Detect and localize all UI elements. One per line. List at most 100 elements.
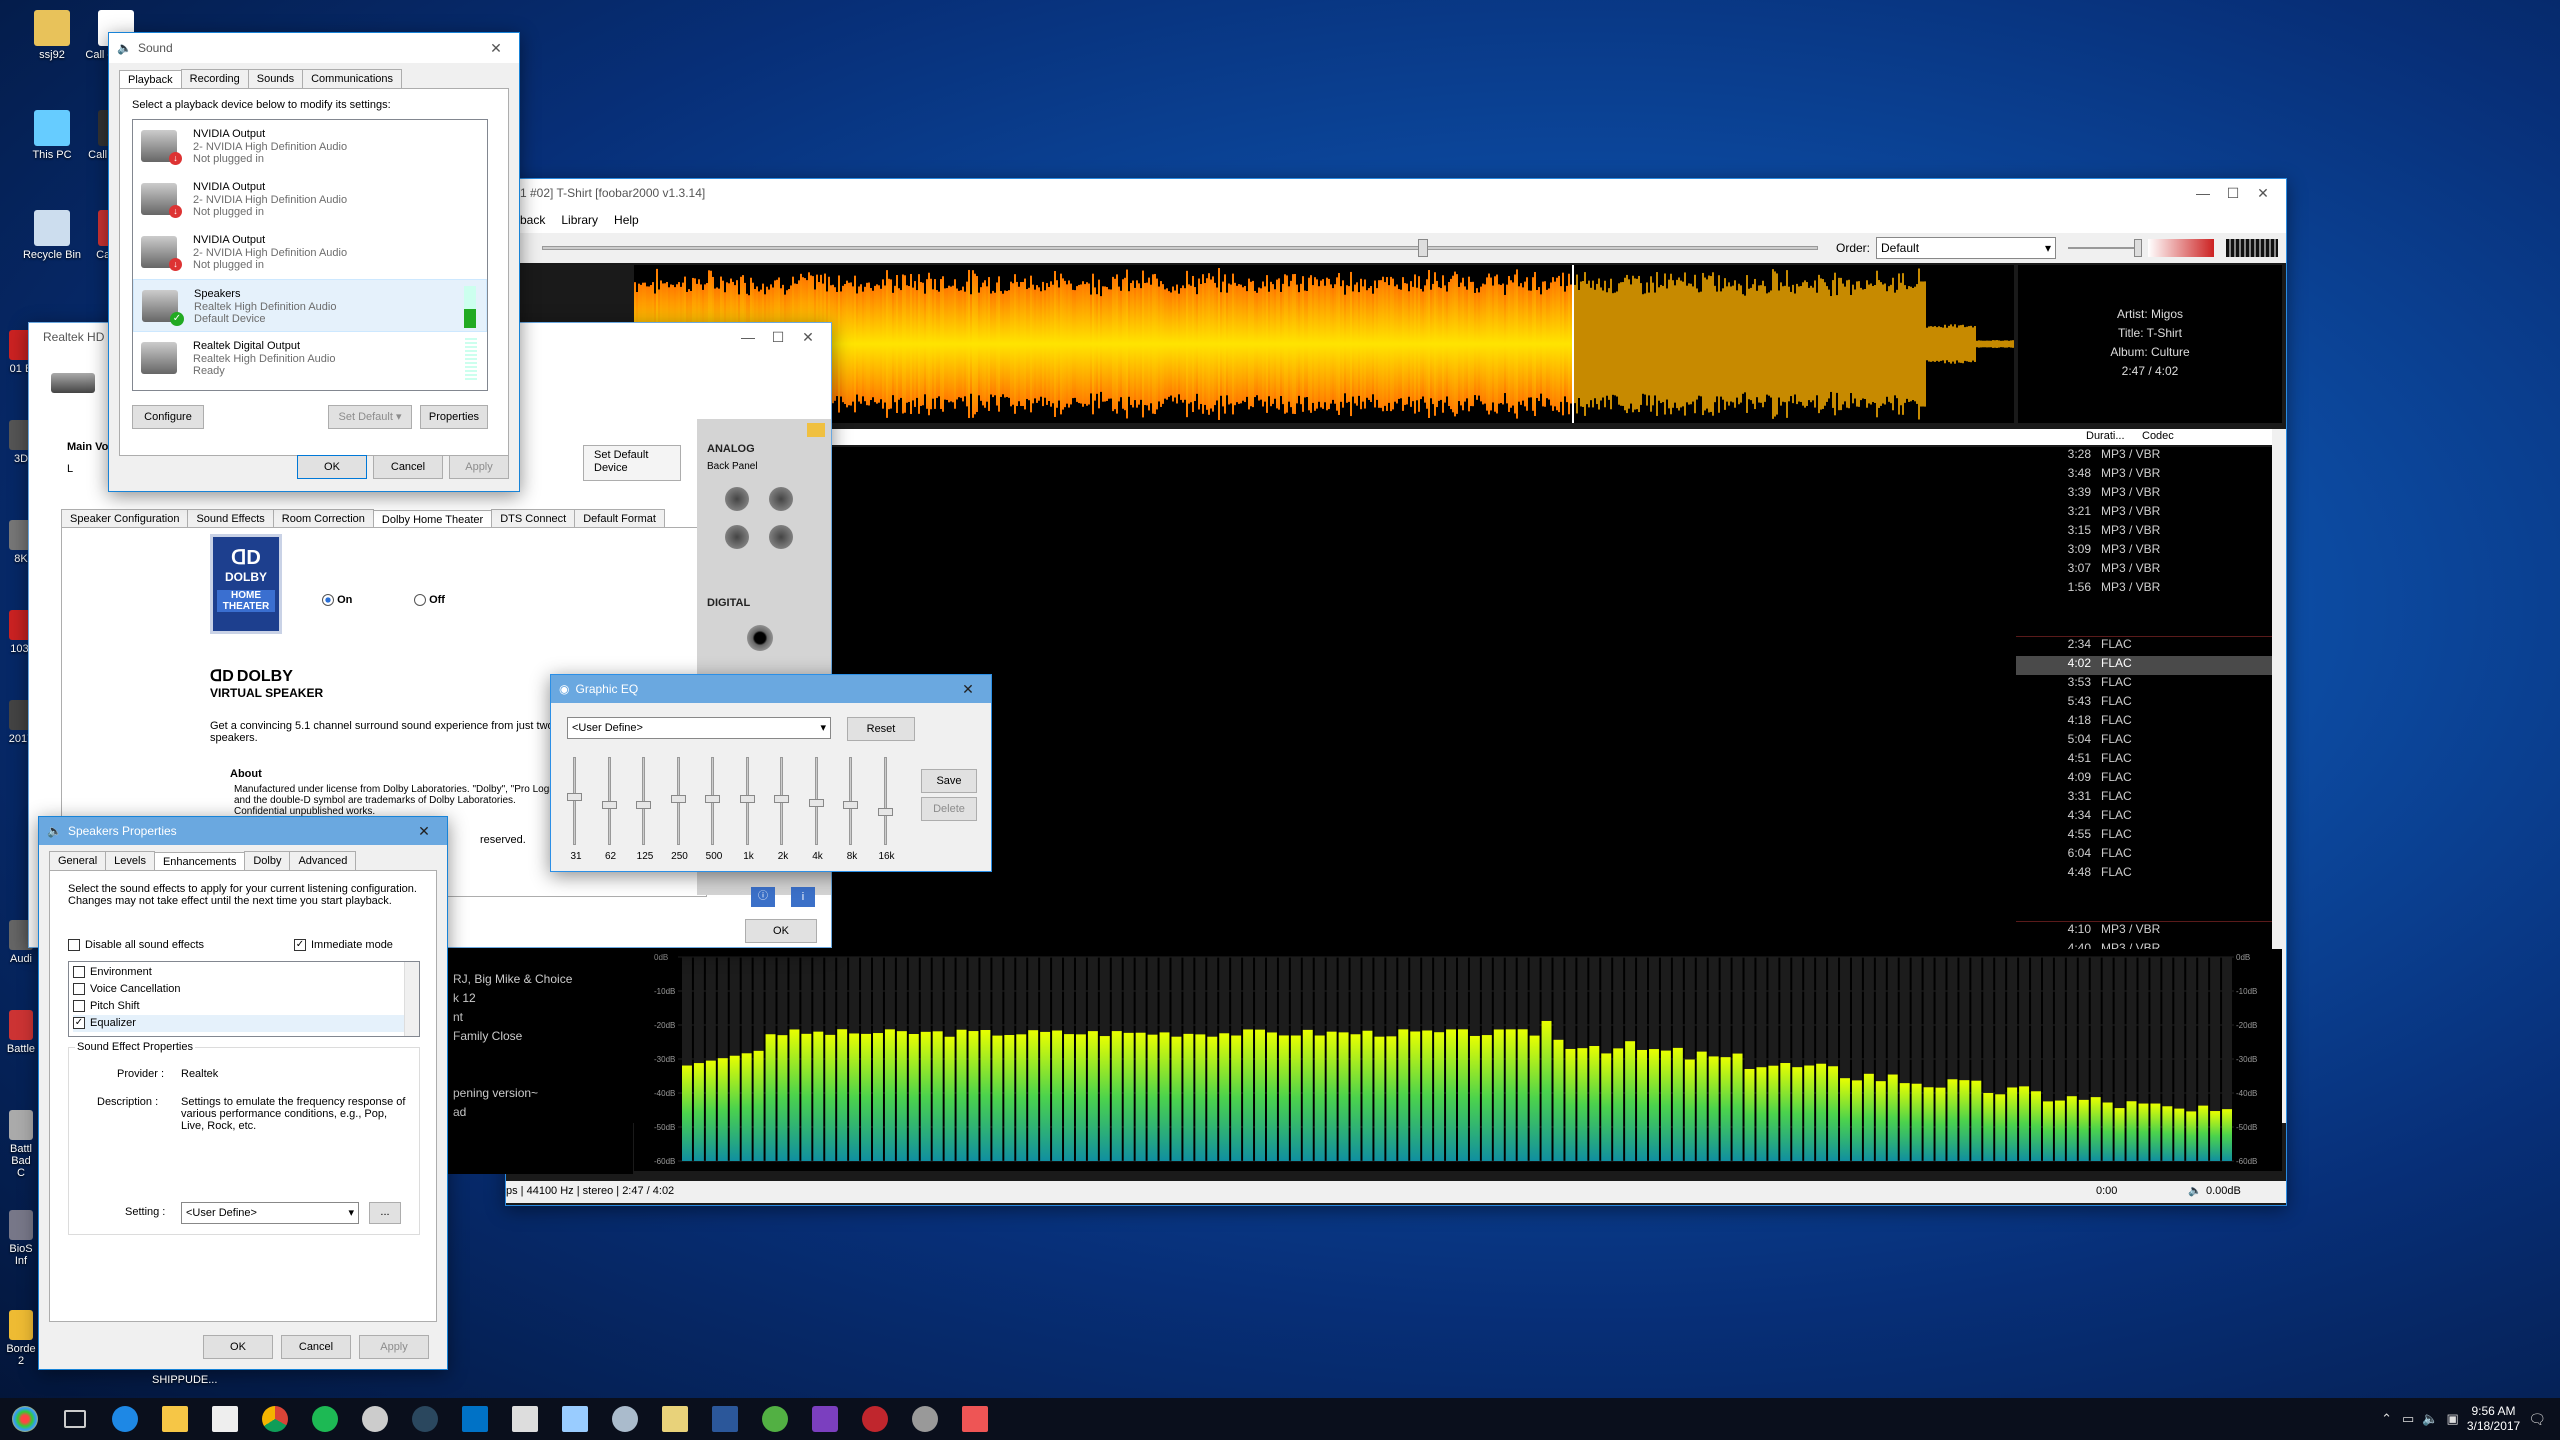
- device-item[interactable]: ↓ NVIDIA Output 2- NVIDIA High Definition …: [133, 173, 487, 226]
- monitor-icon[interactable]: ▣: [2447, 1411, 2459, 1427]
- eq-slider-track[interactable]: [573, 757, 576, 845]
- device-item[interactable]: ↓ NVIDIA Output 2- NVIDIA High Definition …: [133, 226, 487, 279]
- taskbar-app[interactable]: [800, 1398, 850, 1440]
- maximize-icon[interactable]: ☐: [2218, 185, 2248, 202]
- desktop-icon[interactable]: ssj92: [20, 10, 84, 61]
- effect-item[interactable]: ✓ Equalizer: [73, 1015, 415, 1032]
- close-icon[interactable]: ✕: [2248, 185, 2278, 202]
- tab-speaker-configuration[interactable]: Speaker Configuration: [61, 509, 189, 528]
- device-item[interactable]: Realtek Digital Output Realtek High Defin…: [133, 332, 487, 385]
- properties-button[interactable]: Properties: [420, 405, 488, 429]
- playlist-row[interactable]: 4:34 FLAC: [2016, 808, 2272, 827]
- effects-list[interactable]: Environment Voice Cancellation Pitch Shift…: [68, 961, 420, 1037]
- taskbar-outlook[interactable]: [450, 1398, 500, 1440]
- eq-slider-thumb[interactable]: [705, 795, 720, 804]
- device-item[interactable]: ✓ Speakers Realtek High Definition Audio De…: [133, 279, 487, 332]
- taskbar-chrome[interactable]: [250, 1398, 300, 1440]
- playlist-row[interactable]: 4:18 FLAC: [2016, 713, 2272, 732]
- taskbar-steam[interactable]: [400, 1398, 450, 1440]
- folder-icon[interactable]: [807, 423, 825, 437]
- playlist-row[interactable]: 4:10 MP3 / VBR: [2016, 922, 2272, 941]
- eq-preset-select[interactable]: <User Define> ▾: [567, 717, 831, 739]
- close-icon[interactable]: ✕: [481, 40, 511, 57]
- eq-slider-thumb[interactable]: [808, 798, 824, 807]
- taskbar-app[interactable]: [600, 1398, 650, 1440]
- menu-library[interactable]: Library: [561, 213, 598, 227]
- playlist-row[interactable]: 3:28 MP3 / VBR: [2016, 447, 2272, 466]
- eq-save-button[interactable]: Save: [921, 769, 977, 793]
- col-codec[interactable]: Codec: [2142, 430, 2174, 442]
- minimize-icon[interactable]: —: [2188, 185, 2218, 201]
- playlist-row[interactable]: 1:56 MP3 / VBR: [2016, 580, 2272, 599]
- network-icon[interactable]: ▭: [2402, 1411, 2414, 1427]
- help-icon[interactable]: i: [791, 887, 815, 907]
- taskbar-app[interactable]: [550, 1398, 600, 1440]
- taskbar-calculator[interactable]: [500, 1398, 550, 1440]
- playlist-row[interactable]: 4:02 FLAC: [2016, 656, 2272, 675]
- jack-icon[interactable]: [725, 525, 749, 549]
- eq-slider-thumb[interactable]: [636, 801, 651, 810]
- speakers-apply-button[interactable]: Apply: [359, 1335, 429, 1359]
- checkbox-icon[interactable]: [73, 1000, 85, 1013]
- playlist-row[interactable]: 3:09 MP3 / VBR: [2016, 542, 2272, 561]
- tray-chevron-icon[interactable]: ⌃: [2381, 1411, 2392, 1427]
- menu-help[interactable]: Help: [614, 213, 639, 227]
- speakers-cancel-button[interactable]: Cancel: [281, 1335, 351, 1359]
- tab-communications[interactable]: Communications: [302, 69, 403, 88]
- tab-enhancements[interactable]: Enhancements: [153, 852, 246, 871]
- checkbox-icon[interactable]: ✓: [73, 1017, 85, 1030]
- jack-icon[interactable]: [725, 487, 749, 511]
- eq-slider-thumb[interactable]: [843, 801, 858, 810]
- effect-item[interactable]: Voice Cancellation: [73, 981, 415, 998]
- col-duration[interactable]: Durati...: [2086, 430, 2125, 442]
- playlist-row[interactable]: 4:09 FLAC: [2016, 770, 2272, 789]
- playlist-row[interactable]: 5:43 FLAC: [2016, 694, 2272, 713]
- volume-slider[interactable]: [2068, 239, 2218, 257]
- playlist-row[interactable]: 2:34 FLAC: [2016, 637, 2272, 656]
- playlist-row[interactable]: 5:04 FLAC: [2016, 732, 2272, 751]
- set-default-button[interactable]: Set Default ▾: [328, 405, 412, 429]
- sound-titlebar[interactable]: 🔈 Sound ✕: [109, 33, 519, 63]
- eq-slider-thumb[interactable]: [601, 801, 617, 810]
- taskbar-app[interactable]: [900, 1398, 950, 1440]
- tab-playback[interactable]: Playback: [119, 70, 182, 89]
- sound-apply-button[interactable]: Apply: [449, 455, 509, 479]
- foobar-titlebar[interactable]: 1 #02] T-Shirt [foobar2000 v1.3.14] — ☐ …: [506, 179, 2286, 207]
- eq-slider-thumb[interactable]: [567, 792, 582, 801]
- eq-slider-thumb[interactable]: [774, 795, 789, 804]
- immediate-mode-checkbox[interactable]: ✓ Immediate mode: [294, 939, 393, 952]
- desktop-icon[interactable]: Borde 2: [6, 1310, 36, 1367]
- playlist-row[interactable]: 3:53 FLAC: [2016, 675, 2272, 694]
- graphic-eq-titlebar[interactable]: ◉ Graphic EQ ✕: [551, 675, 991, 703]
- desktop-icon[interactable]: Battle: [6, 1010, 36, 1055]
- eq-slider-thumb[interactable]: [877, 807, 893, 816]
- playlist-row[interactable]: 3:21 MP3 / VBR: [2016, 504, 2272, 523]
- playlist-row[interactable]: 3:15 MP3 / VBR: [2016, 523, 2272, 542]
- taskbar-store[interactable]: [200, 1398, 250, 1440]
- digital-jack-icon[interactable]: [747, 625, 773, 651]
- tab-sound-effects[interactable]: Sound Effects: [187, 509, 274, 528]
- eq-slider-thumb[interactable]: [670, 795, 686, 804]
- device-item[interactable]: ↓ NVIDIA Output 2- NVIDIA High Definition …: [133, 120, 487, 173]
- minimize-icon[interactable]: —: [733, 329, 763, 345]
- taskbar-app[interactable]: [650, 1398, 700, 1440]
- playlist-row[interactable]: 6:04 FLAC: [2016, 846, 2272, 865]
- taskbar-app[interactable]: [350, 1398, 400, 1440]
- tab-sounds[interactable]: Sounds: [247, 69, 304, 88]
- effect-item[interactable]: Environment: [73, 964, 415, 981]
- maximize-icon[interactable]: ☐: [763, 329, 793, 346]
- effect-item[interactable]: Pitch Shift: [73, 998, 415, 1015]
- more-button[interactable]: ...: [369, 1202, 401, 1224]
- close-icon[interactable]: ✕: [953, 681, 983, 698]
- tab-advanced[interactable]: Advanced: [289, 851, 357, 870]
- start-button[interactable]: [0, 1398, 50, 1440]
- tab-general[interactable]: General: [49, 851, 107, 870]
- desktop-icon[interactable]: This PC: [20, 110, 84, 161]
- set-default-device-button[interactable]: Set Default Device: [583, 445, 681, 481]
- volume-thumb[interactable]: [2134, 239, 2142, 257]
- realtek-ok-button[interactable]: OK: [745, 919, 817, 943]
- playlist-row[interactable]: 3:31 FLAC: [2016, 789, 2272, 808]
- configure-button[interactable]: Configure: [132, 405, 204, 429]
- off-radio[interactable]: Off: [414, 594, 445, 607]
- taskbar-word[interactable]: [700, 1398, 750, 1440]
